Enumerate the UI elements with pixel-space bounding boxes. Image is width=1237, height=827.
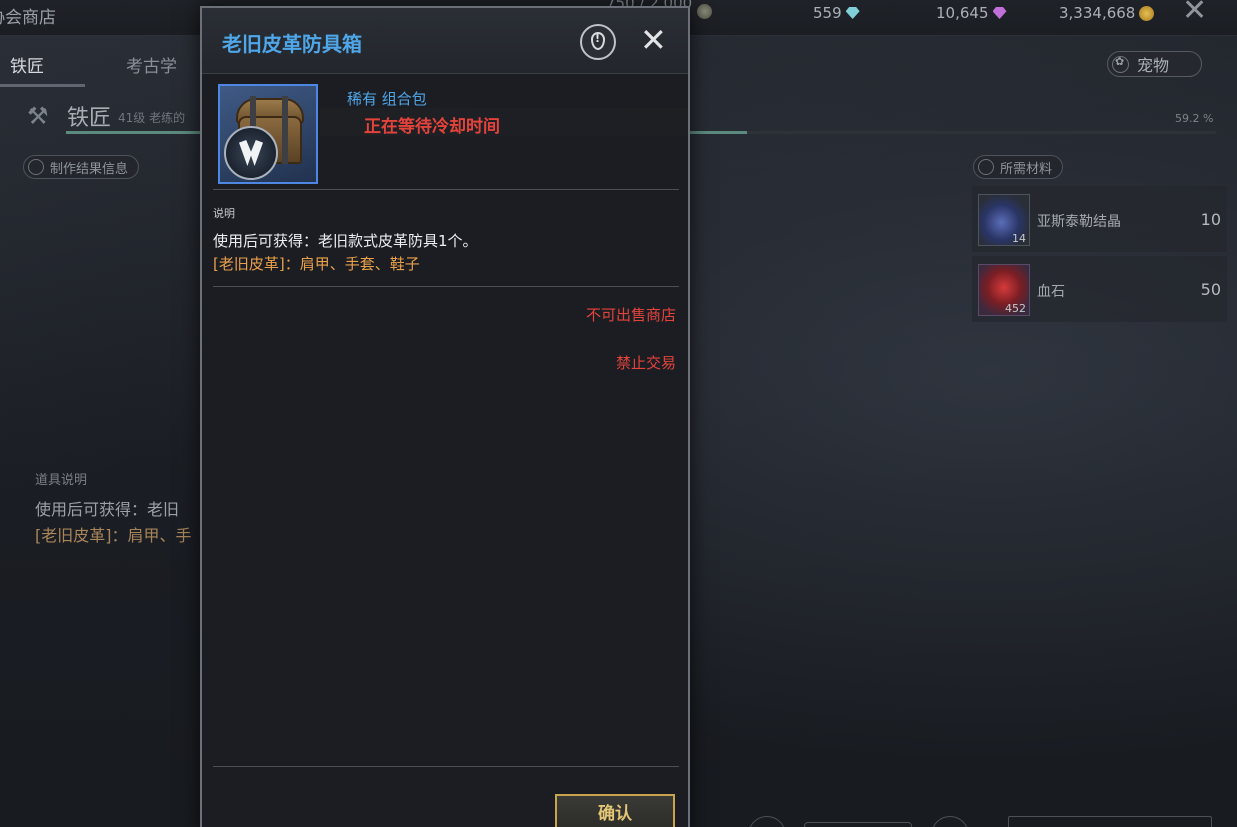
purple-gem-currency: 10,645	[936, 4, 1007, 22]
pet-button-label: 宠物	[1137, 56, 1170, 75]
scroll-icon	[978, 159, 994, 175]
shop-title: 协会商店	[0, 8, 56, 28]
blue-diamond-icon	[845, 7, 860, 19]
active-tab-indicator	[0, 84, 85, 87]
blue-gem-currency: 559	[813, 4, 860, 22]
tab-blacksmith[interactable]: 铁匠	[10, 52, 44, 77]
material-qty: 10	[1200, 210, 1221, 229]
blue-gem-value: 559	[813, 4, 842, 22]
hammer-icon	[28, 159, 44, 175]
pet-button[interactable]: 宠物	[1107, 51, 1202, 77]
item-desc-line1: 使用后可获得：老旧	[35, 500, 180, 519]
gold-currency: 3,334,668	[1059, 4, 1155, 22]
paw-icon	[1112, 55, 1129, 73]
cooldown-text: 正在等待冷却时间	[364, 117, 500, 137]
materials-label: 所需材料	[1000, 161, 1053, 177]
skill-name: 铁匠	[67, 106, 112, 131]
result-info-tab[interactable]: 制作结果信息	[23, 155, 140, 179]
red-bloodstone-icon: 452	[978, 264, 1030, 316]
purple-diamond-icon	[992, 7, 1007, 19]
anvil-icon: ⚒	[27, 102, 49, 130]
purple-gem-value: 10,645	[936, 4, 989, 22]
material-stock: 452	[1005, 302, 1026, 315]
quantity-field[interactable]	[804, 822, 912, 827]
item-desc-line2: [老旧皮革]：肩甲、手	[35, 526, 192, 545]
skill-percent: 59.2 %	[1175, 112, 1214, 125]
leather-chest-icon	[218, 84, 318, 184]
materials-list: 14 亚斯泰勒结晶 10 452 血石 50	[972, 186, 1227, 326]
desc-line2: [老旧皮革]：肩甲、手套、鞋子	[213, 255, 420, 273]
desc-label: 说明	[213, 207, 235, 220]
armor-emblem-icon	[224, 126, 278, 180]
item-tooltip-modal: 老旧皮革防具箱 ✕ 稀有 组合包 正在等待冷却时间 说明 使用后可获得：老旧款式…	[200, 6, 690, 827]
craft-button[interactable]	[1008, 816, 1212, 827]
item-rarity: 稀有 组合包	[347, 90, 427, 108]
no-sell-restriction: 不可出售商店	[585, 306, 676, 324]
result-info-label: 制作结果信息	[50, 161, 129, 177]
confirm-button[interactable]: 确认	[555, 794, 675, 827]
material-name: 亚斯泰勒结晶	[1037, 214, 1121, 230]
modal-title: 老旧皮革防具箱	[222, 32, 362, 56]
desc-line1: 使用后可获得：老旧款式皮革防具1个。	[213, 232, 478, 250]
close-icon[interactable]: ✕	[1182, 0, 1207, 26]
item-desc-label: 道具说明	[35, 473, 88, 488]
divider	[213, 286, 679, 287]
divider	[213, 766, 679, 767]
blue-crystal-icon: 14	[978, 194, 1030, 246]
skill-level: 41级 老练的	[118, 111, 186, 125]
no-trade-restriction: 禁止交易	[615, 354, 676, 372]
gold-coin-icon	[1139, 5, 1155, 21]
divider	[213, 189, 679, 190]
modal-header: 老旧皮革防具箱 ✕	[202, 8, 688, 74]
gold-value: 3,334,668	[1059, 4, 1136, 22]
material-qty: 50	[1200, 280, 1221, 299]
material-stock: 14	[1012, 232, 1026, 245]
material-row[interactable]: 14 亚斯泰勒结晶 10	[972, 186, 1227, 252]
tab-archaeology[interactable]: 考古学	[126, 52, 177, 77]
close-icon[interactable]: ✕	[640, 22, 667, 58]
location-pin-icon[interactable]	[580, 24, 616, 60]
material-name: 血石	[1037, 284, 1065, 300]
silver-coin-icon	[697, 4, 712, 19]
material-row[interactable]: 452 血石 50	[972, 256, 1227, 322]
materials-tab: 所需材料	[973, 155, 1064, 179]
